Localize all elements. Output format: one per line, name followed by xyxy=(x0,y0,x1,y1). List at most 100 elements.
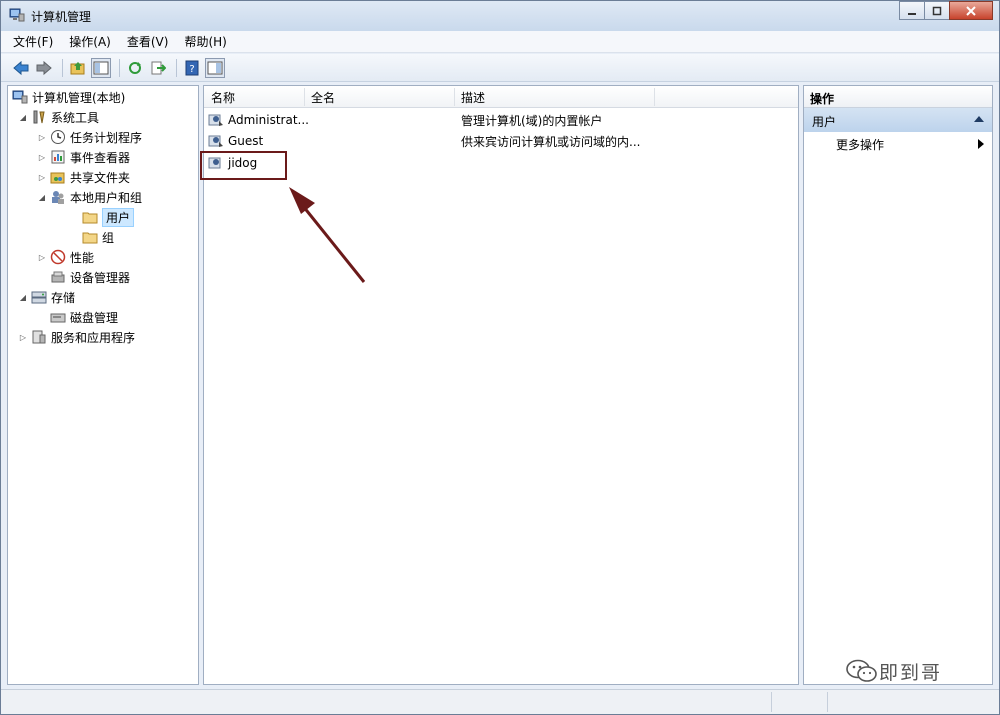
show-hide-action-pane-icon xyxy=(207,61,223,74)
tree-item-users[interactable]: 用户 xyxy=(69,207,135,227)
user-description: 管理计算机(域)的内置帐户 xyxy=(461,113,603,128)
computer-management-icon xyxy=(12,90,28,104)
caption-buttons xyxy=(899,1,993,21)
export-list-button[interactable] xyxy=(148,58,168,78)
up-button[interactable] xyxy=(68,58,88,78)
column-divider[interactable] xyxy=(304,88,305,106)
tree-item-storage[interactable]: ◢ 存储 xyxy=(18,287,75,307)
expand-toggle[interactable]: ◢ xyxy=(18,293,28,302)
column-divider[interactable] xyxy=(654,88,655,106)
tree-item-task-scheduler[interactable]: ▷ 任务计划程序 xyxy=(37,127,142,147)
maximize-icon xyxy=(932,6,942,15)
menu-action[interactable]: 操作(A) xyxy=(69,33,111,50)
toolbar-separator xyxy=(119,58,120,77)
minimize-button[interactable] xyxy=(899,1,925,20)
actions-pane: 操作 用户 更多操作 xyxy=(803,85,993,685)
export-list-icon xyxy=(151,61,166,74)
show-hide-tree-button[interactable] xyxy=(91,57,111,78)
watermark: 即到哥 xyxy=(845,657,942,685)
toolbar: ? xyxy=(1,54,999,82)
tree-item-label: 用户 xyxy=(102,207,135,227)
tree-item-groups[interactable]: 组 xyxy=(69,227,114,247)
maximize-button[interactable] xyxy=(924,1,950,20)
user-icon xyxy=(208,135,223,147)
expand-toggle[interactable]: ◢ xyxy=(18,113,28,122)
annotation-highlight-box xyxy=(200,151,287,180)
folder-icon xyxy=(82,232,98,244)
actions-section-users[interactable]: 用户 xyxy=(804,108,992,132)
tools-icon xyxy=(33,110,45,124)
tree-item-device-manager[interactable]: 设备管理器 xyxy=(37,267,130,287)
watermark-text: 即到哥 xyxy=(879,661,943,684)
storage-icon xyxy=(31,291,47,304)
tree-item-label: 设备管理器 xyxy=(70,270,131,285)
close-icon xyxy=(966,5,976,16)
tree-item-label: 任务计划程序 xyxy=(70,130,143,145)
table-row[interactable]: Guest 供来宾访问计算机或访问域的内... xyxy=(208,131,788,151)
users-group-icon xyxy=(52,191,64,204)
tree-item-local-users-groups[interactable]: ◢ 本地用户和组 xyxy=(37,187,142,207)
menu-view[interactable]: 查看(V) xyxy=(127,33,169,50)
column-divider[interactable] xyxy=(454,88,455,106)
user-list[interactable]: 名称 全名 描述 Administrat... 管理计算机(域)的内置帐户 Gu… xyxy=(203,85,799,685)
tree-item-services-apps[interactable]: ▷ 服务和应用程序 xyxy=(18,327,135,347)
expand-toggle[interactable]: ▷ xyxy=(37,253,47,262)
clock-icon xyxy=(51,130,65,144)
tree-item-root[interactable]: 计算机管理(本地) xyxy=(12,87,125,107)
menu-help[interactable]: 帮助(H) xyxy=(184,33,226,50)
user-name: Guest xyxy=(228,134,264,148)
status-segment xyxy=(827,692,828,712)
table-row[interactable]: Administrat... 管理计算机(域)的内置帐户 xyxy=(208,110,788,130)
tree-item-shared-folders[interactable]: ▷ 共享文件夹 xyxy=(37,167,130,187)
submenu-arrow-icon[interactable] xyxy=(978,139,984,149)
table-row[interactable]: jidog xyxy=(208,153,788,173)
menu-file[interactable]: 文件(F) xyxy=(13,33,53,50)
toolbar-separator xyxy=(62,58,63,77)
menu-bar: 文件(F) 操作(A) 查看(V) 帮助(H) xyxy=(1,31,999,53)
refresh-icon xyxy=(129,61,141,74)
shared-folder-icon xyxy=(50,172,65,184)
svg-text:?: ? xyxy=(189,64,194,75)
user-icon xyxy=(208,114,223,126)
column-name[interactable]: 名称 xyxy=(211,89,235,106)
status-segment xyxy=(771,692,772,712)
expand-toggle[interactable]: ▷ xyxy=(37,173,47,182)
toolbar-separator xyxy=(176,58,177,77)
window-title: 计算机管理 xyxy=(31,10,92,24)
title-bar[interactable]: 计算机管理 xyxy=(1,1,999,31)
wechat-icon xyxy=(846,659,877,682)
folder-icon xyxy=(82,212,98,224)
console-tree[interactable]: 计算机管理(本地) ◢ 系统工具 ▷ 任务计划程序 ▷ 事件查看器 ▷ 共享文件… xyxy=(7,85,199,685)
tree-item-system-tools[interactable]: ◢ 系统工具 xyxy=(18,107,99,127)
computer-management-window: 计算机管理 文件(F) 操作(A) 查看(V) 帮助(H) ? 计算机管理(本地… xyxy=(0,0,1000,715)
expand-toggle[interactable]: ▷ xyxy=(37,133,47,142)
tree-item-label: 存储 xyxy=(51,290,76,305)
tree-item-label: 系统工具 xyxy=(51,110,100,125)
actions-section-label: 用户 xyxy=(812,115,837,129)
expand-toggle[interactable]: ▷ xyxy=(18,333,28,342)
tree-item-disk-management[interactable]: 磁盘管理 xyxy=(37,307,118,327)
services-icon xyxy=(32,330,46,344)
up-folder-icon xyxy=(70,61,85,74)
tree-item-event-viewer[interactable]: ▷ 事件查看器 xyxy=(37,147,130,167)
back-button[interactable] xyxy=(11,58,31,78)
tree-item-label: 共享文件夹 xyxy=(70,170,131,185)
expand-toggle[interactable]: ▷ xyxy=(37,153,47,162)
close-button[interactable] xyxy=(949,1,993,20)
tree-item-performance[interactable]: ▷ 性能 xyxy=(37,247,94,267)
collapse-icon[interactable] xyxy=(974,116,984,122)
show-hide-tree-icon xyxy=(93,61,109,74)
show-hide-action-pane-button[interactable] xyxy=(205,57,225,78)
column-description[interactable]: 描述 xyxy=(461,89,485,106)
refresh-button[interactable] xyxy=(125,58,145,78)
expand-toggle[interactable]: ◢ xyxy=(37,193,47,202)
help-button[interactable]: ? xyxy=(182,58,202,78)
more-actions-item[interactable]: 更多操作 xyxy=(836,136,884,153)
tree-item-label: 性能 xyxy=(70,250,95,265)
annotation-arrow-icon xyxy=(289,187,366,283)
tree-item-label: 本地用户和组 xyxy=(70,190,143,205)
help-icon: ? xyxy=(185,60,199,75)
forward-arrow-icon xyxy=(36,60,52,75)
forward-button[interactable] xyxy=(34,58,54,78)
column-fullname[interactable]: 全名 xyxy=(311,89,335,106)
